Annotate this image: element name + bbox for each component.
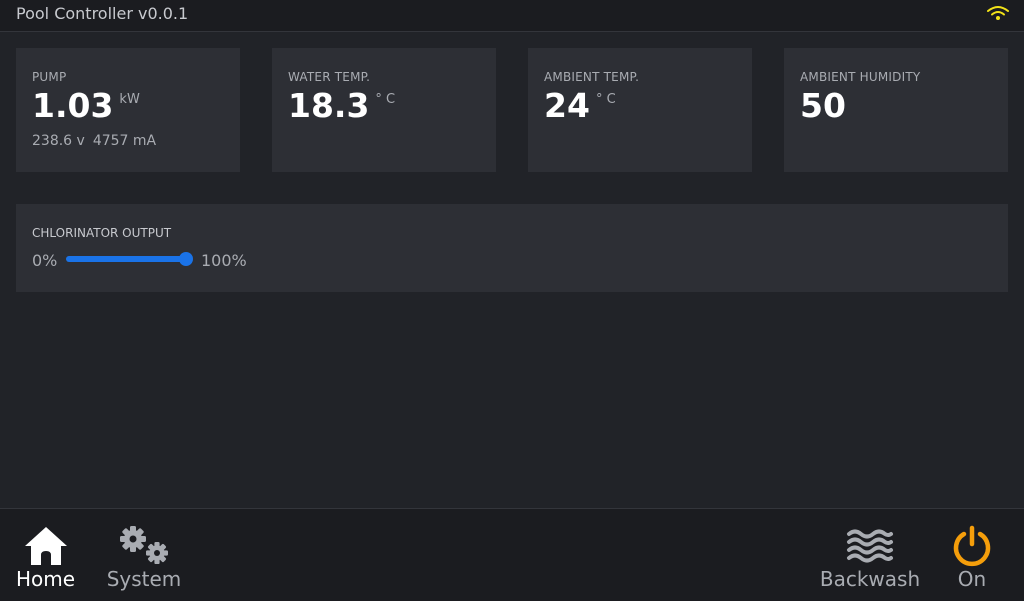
pump-electrical: 238.6 v 4757 mA [32,133,156,149]
ambient-temp-card: AMBIENT TEMP. 24 ° C [528,48,752,172]
ambient-temp-label: AMBIENT TEMP. [544,70,640,84]
app-title: Pool Controller v0.0.1 [16,4,189,23]
nav-power[interactable]: On [946,509,998,601]
water-temp-unit: ° C [375,92,396,107]
pump-value: 1.03 kW [32,86,140,125]
water-temp-value: 18.3 ° C [288,86,396,125]
wifi-icon [987,6,1009,20]
bottom-nav-bar: Home System Backwash On [0,508,1024,601]
pump-unit: kW [119,92,140,107]
nav-backwash-label: Backwash [819,567,921,591]
top-bar: Pool Controller v0.0.1 [0,0,1024,32]
nav-power-label: On [957,567,987,591]
chlorinator-slider[interactable] [66,252,193,266]
water-temp-label: WATER TEMP. [288,70,371,84]
home-icon [24,527,67,565]
ambient-humidity-value: 50 [800,86,846,125]
chlorinator-label: CHLORINATOR OUTPUT [32,226,172,240]
nav-system-label: System [106,567,182,591]
nav-home-label: Home [15,567,76,591]
nav-system[interactable]: System [102,509,186,601]
ambient-temp-unit: ° C [595,92,616,107]
chlorinator-panel: CHLORINATOR OUTPUT 0% 100% [16,204,1008,292]
ambient-humidity-label: AMBIENT HUMIDITY [800,70,921,84]
waves-icon [847,529,893,563]
ambient-temp-value: 24 ° C [544,86,616,125]
ambient-humidity-card: AMBIENT HUMIDITY 50 [784,48,1008,172]
chlorinator-min-label: 0% [32,251,58,270]
water-temp-card: WATER TEMP. 18.3 ° C [272,48,496,172]
pump-voltage: 238.6 v [32,133,85,149]
gears-icon [120,526,168,564]
chlorinator-max-label: 100% [201,251,247,270]
power-icon [953,525,991,567]
pump-card: PUMP 1.03 kW 238.6 v 4757 mA [16,48,240,172]
chlorinator-slider-fill [66,256,186,262]
nav-home[interactable]: Home [10,509,81,601]
nav-backwash[interactable]: Backwash [815,509,925,601]
chlorinator-slider-thumb[interactable] [179,252,193,266]
pump-label: PUMP [32,70,67,84]
pump-current: 4757 mA [92,133,157,149]
